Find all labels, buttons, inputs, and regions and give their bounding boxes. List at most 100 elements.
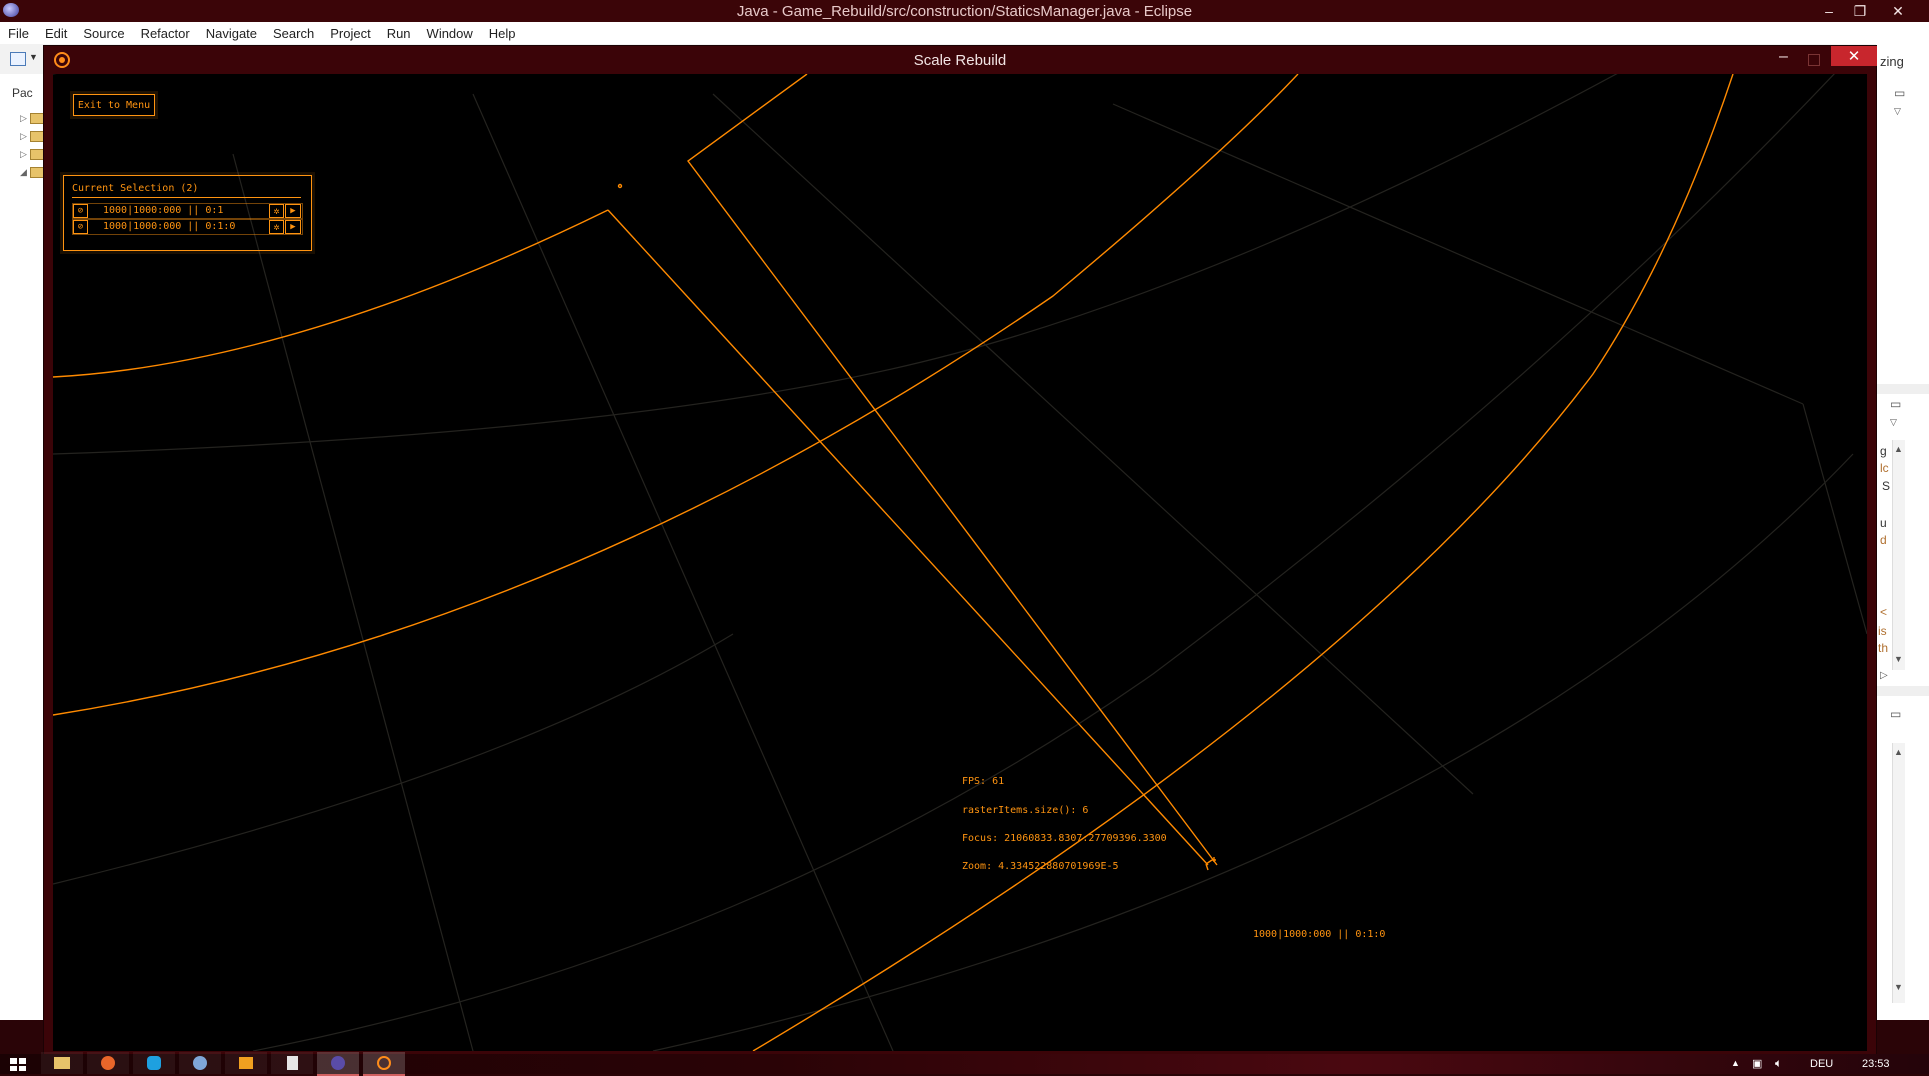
game-titlebar: Scale Rebuild – ✕ bbox=[44, 46, 1877, 74]
taskbar-file-explorer[interactable] bbox=[41, 1052, 83, 1074]
new-file-icon[interactable] bbox=[10, 52, 26, 66]
taskbar-firefox[interactable] bbox=[87, 1052, 129, 1074]
project-folder-icon bbox=[30, 167, 44, 178]
menu-file[interactable]: File bbox=[0, 26, 37, 41]
wall-edge-left bbox=[607, 209, 1209, 866]
outline-scrollbar[interactable] bbox=[1892, 440, 1905, 670]
chevron-down-icon[interactable]: ▼ bbox=[29, 52, 38, 62]
maximize-icon[interactable] bbox=[1808, 54, 1820, 66]
taskbar-skype[interactable] bbox=[133, 1052, 175, 1074]
scroll-up-icon[interactable]: ▲ bbox=[1894, 444, 1903, 454]
menu-search[interactable]: Search bbox=[265, 26, 322, 41]
view-menu-icon[interactable]: ▽ bbox=[1890, 417, 1897, 428]
selection-row-text: 1000|1000:000 || 0:1:0 bbox=[103, 221, 236, 232]
selection-divider bbox=[72, 197, 301, 198]
maximize-view-icon[interactable]: ▭ bbox=[1894, 86, 1905, 100]
hover-label: 1000|1000:000 || 0:1:0 bbox=[1253, 929, 1386, 940]
menu-navigate[interactable]: Navigate bbox=[198, 26, 265, 41]
menu-source[interactable]: Source bbox=[75, 26, 132, 41]
menu-help[interactable]: Help bbox=[481, 26, 524, 41]
scroll-down-icon[interactable]: ▼ bbox=[1894, 982, 1903, 992]
globe-icon bbox=[193, 1056, 207, 1070]
taskbar-eclipse[interactable] bbox=[317, 1052, 359, 1076]
eclipse-icon bbox=[331, 1056, 345, 1070]
gear-icon[interactable]: ✲ bbox=[269, 220, 284, 234]
background-grid bbox=[53, 74, 1867, 1051]
network-icon[interactable]: ▣ bbox=[1752, 1057, 1762, 1070]
menu-project[interactable]: Project bbox=[322, 26, 378, 41]
package-explorer-tab[interactable]: Pac bbox=[12, 86, 33, 100]
pane-divider bbox=[1876, 686, 1929, 696]
link-icon[interactable]: ⊘ bbox=[73, 204, 88, 218]
package-explorer-pane bbox=[0, 74, 47, 1020]
close-icon[interactable]: ✕ bbox=[1883, 0, 1913, 22]
exit-to-menu-button[interactable]: Exit to Menu bbox=[73, 94, 155, 116]
scroll-down-icon[interactable]: ▼ bbox=[1894, 654, 1903, 664]
outline-fragment: u bbox=[1880, 516, 1887, 530]
close-button[interactable]: ✕ bbox=[1831, 46, 1877, 66]
outline-fragment: is bbox=[1878, 624, 1887, 638]
minimize-icon[interactable]: – bbox=[1779, 48, 1788, 66]
focus-readout: Focus: 21060833.8307:27709396.3300 bbox=[962, 833, 1167, 844]
wall-edge-right bbox=[687, 74, 1218, 866]
skype-icon bbox=[147, 1056, 161, 1070]
outline-fragment: lc bbox=[1880, 461, 1889, 475]
windows-logo-icon bbox=[19, 1065, 26, 1071]
expand-icon[interactable]: ▷ bbox=[20, 113, 27, 123]
maximize-view-icon[interactable]: ▭ bbox=[1890, 707, 1901, 721]
gear-icon[interactable]: ✲ bbox=[269, 204, 284, 218]
media-player-icon bbox=[239, 1057, 253, 1069]
console-scrollbar[interactable] bbox=[1892, 743, 1905, 1003]
play-icon[interactable]: ▶ bbox=[285, 220, 301, 234]
zoom-readout: Zoom: 4.334522880701969E-5 bbox=[962, 861, 1119, 872]
perspective-label[interactable]: zing bbox=[1880, 54, 1904, 69]
input-language[interactable]: DEU bbox=[1810, 1058, 1833, 1070]
tree-node-4[interactable]: ◢ bbox=[20, 167, 44, 178]
windows-logo-icon bbox=[19, 1058, 26, 1064]
tree-node-3[interactable]: ▷ bbox=[20, 149, 44, 160]
restore-icon[interactable]: ❐ bbox=[1845, 0, 1875, 22]
maximize-view-icon[interactable]: ▭ bbox=[1890, 397, 1901, 411]
project-folder-icon bbox=[30, 113, 44, 124]
selection-row[interactable]: ⊘ 1000|1000:000 || 0:1:0 ✲ ▶ bbox=[72, 219, 303, 235]
taskbar-media[interactable] bbox=[225, 1052, 267, 1074]
eclipse-window-title: Java - Game_Rebuild/src/construction/Sta… bbox=[736, 2, 1193, 20]
windows-logo-icon bbox=[10, 1065, 17, 1071]
selection-row[interactable]: ⊘ 1000|1000:000 || 0:1 ✲ ▶ bbox=[72, 203, 303, 219]
document-icon bbox=[286, 1056, 298, 1070]
menu-window[interactable]: Window bbox=[419, 26, 481, 41]
show-hidden-icons[interactable]: ▲ bbox=[1731, 1058, 1740, 1068]
firefox-icon bbox=[101, 1056, 115, 1070]
volume-icon[interactable]: 🔈︎ bbox=[1775, 1056, 1782, 1071]
game-logo-dot bbox=[59, 57, 65, 63]
scroll-up-icon[interactable]: ▲ bbox=[1894, 747, 1903, 757]
cursor-cross bbox=[1205, 857, 1216, 871]
view-menu-icon[interactable]: ▽ bbox=[1894, 106, 1901, 117]
arc-outer bbox=[752, 74, 1734, 1051]
collapse-icon[interactable]: ◢ bbox=[20, 167, 27, 177]
minimize-icon[interactable]: – bbox=[1814, 0, 1844, 22]
eclipse-titlebar: Java - Game_Rebuild/src/construction/Sta… bbox=[0, 0, 1929, 22]
menu-refactor[interactable]: Refactor bbox=[133, 26, 198, 41]
game-window: Scale Rebuild – ✕ Exit to Menu Current S… bbox=[44, 46, 1877, 1058]
taskbar-document[interactable] bbox=[271, 1052, 313, 1074]
play-icon[interactable]: ▶ bbox=[285, 204, 301, 218]
menu-edit[interactable]: Edit bbox=[37, 26, 75, 41]
grid-spoke bbox=[1112, 103, 1804, 405]
tree-node-1[interactable]: ▷ bbox=[20, 113, 44, 124]
outline-fragment: S bbox=[1882, 479, 1891, 493]
pane-divider bbox=[1876, 384, 1929, 394]
expand-icon[interactable]: ▷ bbox=[20, 131, 27, 141]
link-icon[interactable]: ⊘ bbox=[73, 220, 88, 234]
start-button[interactable] bbox=[10, 1058, 26, 1071]
menu-run[interactable]: Run bbox=[379, 26, 419, 41]
taskbar-app[interactable] bbox=[179, 1052, 221, 1074]
tree-node-2[interactable]: ▷ bbox=[20, 131, 44, 142]
marker-point bbox=[617, 183, 623, 189]
clock[interactable]: 23:53 bbox=[1862, 1058, 1890, 1070]
game-canvas[interactable]: Exit to Menu Current Selection (2) ⊘ 100… bbox=[53, 74, 1867, 1051]
expand-icon[interactable]: ▷ bbox=[20, 149, 27, 159]
taskbar-game[interactable] bbox=[363, 1052, 405, 1076]
chevron-right-icon[interactable]: ▷ bbox=[1880, 670, 1888, 681]
game-icon bbox=[377, 1056, 391, 1070]
